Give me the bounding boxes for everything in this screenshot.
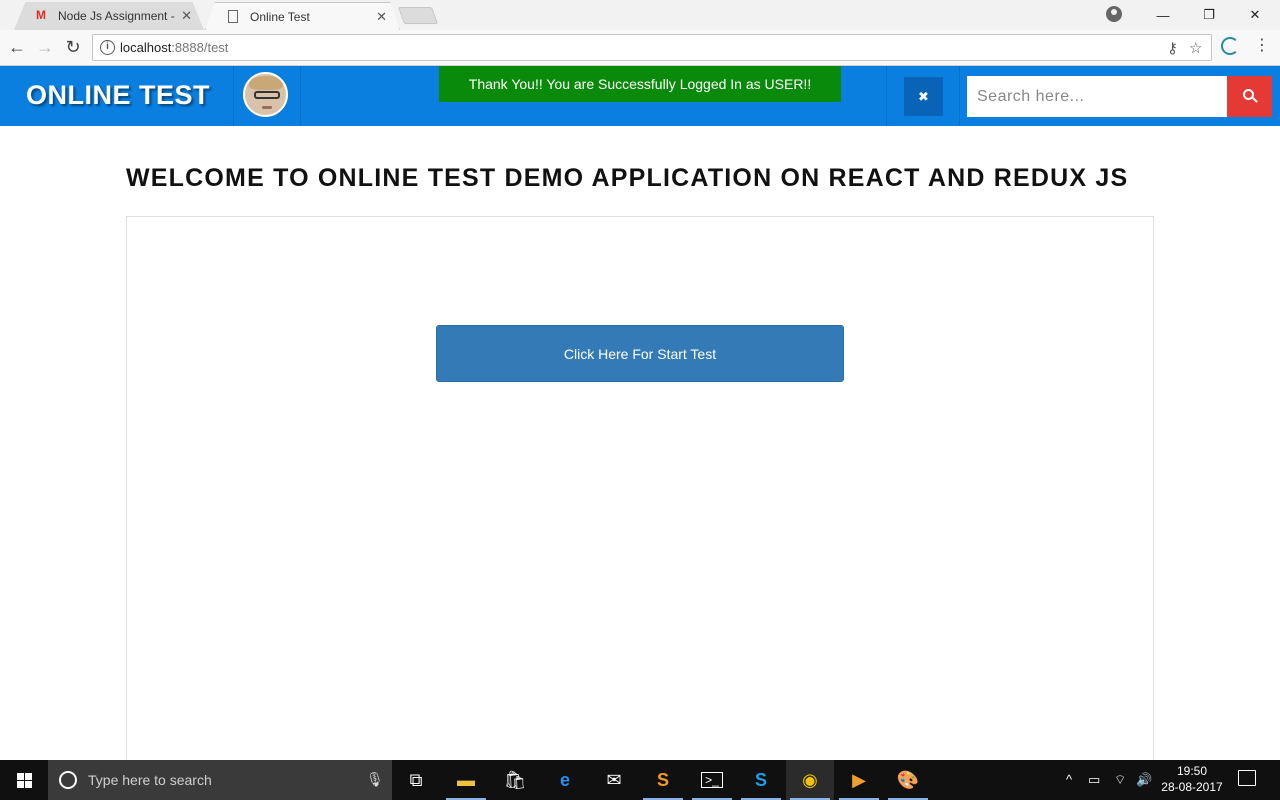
- reload-icon[interactable]: ↻: [62, 36, 84, 58]
- clock-time: 19:50: [1176, 764, 1208, 778]
- minimize-button[interactable]: —: [1140, 0, 1186, 30]
- volume-icon[interactable]: 🔊: [1136, 772, 1152, 788]
- show-hidden-icons-icon[interactable]: ^: [1066, 772, 1072, 787]
- url-text[interactable]: localhost:8888/test: [120, 40, 228, 55]
- taskbar-clock[interactable]: 19:50 28-08-2017: [1160, 763, 1224, 795]
- edge-icon[interactable]: e: [541, 760, 589, 800]
- page-title: WELCOME TO ONLINE TEST DEMO APPLICATION …: [126, 164, 1129, 192]
- paint-icon[interactable]: 🎨: [884, 760, 932, 800]
- extension-icon[interactable]: [1221, 37, 1239, 55]
- key-icon[interactable]: ⚷: [1167, 39, 1178, 57]
- action-center-icon[interactable]: [1238, 770, 1256, 786]
- file-explorer-icon[interactable]: ▬: [442, 760, 490, 800]
- store-icon[interactable]: 🛍: [491, 760, 539, 800]
- bookmark-star-icon[interactable]: ☆: [1189, 39, 1202, 57]
- windows-icon: [17, 773, 32, 788]
- page-icon: [228, 10, 238, 23]
- taskbar-search[interactable]: Type here to search 🎙: [48, 760, 392, 800]
- address-bar[interactable]: i localhost:8888/test ⚷ ☆: [92, 34, 1212, 61]
- taskbar: Type here to search 🎙 ⧉ ▬ 🛍 e ✉ S >_ S ◉…: [0, 760, 1280, 800]
- tab-online-test[interactable]: Online Test ✕: [205, 2, 400, 30]
- media-player-icon[interactable]: ▶: [835, 760, 883, 800]
- menu-dots-icon[interactable]: ⋮: [1254, 36, 1270, 56]
- search-button[interactable]: [1227, 76, 1272, 117]
- task-view-icon[interactable]: ⧉: [392, 760, 440, 800]
- brand-logo[interactable]: ONLINE TEST: [26, 80, 210, 111]
- clock-date: 28-08-2017: [1161, 780, 1223, 794]
- start-button[interactable]: [0, 760, 48, 800]
- search-icon-handle: [1252, 97, 1258, 103]
- wifi-icon[interactable]: ⌔: [1114, 772, 1126, 788]
- forward-arrow-icon[interactable]: →: [34, 36, 56, 58]
- avatar[interactable]: [243, 72, 288, 117]
- browser-toolbar: ← → ↻ i localhost:8888/test ⚷ ☆: [0, 30, 1280, 66]
- mail-icon[interactable]: ✉: [590, 760, 638, 800]
- avatar-container[interactable]: [233, 66, 301, 126]
- close-tab-icon[interactable]: ✕: [181, 8, 192, 24]
- close-window-button[interactable]: ✕: [1232, 0, 1278, 30]
- tab-title: Online Test: [250, 10, 310, 24]
- new-tab-button[interactable]: [397, 7, 439, 24]
- battery-icon[interactable]: ▭: [1088, 772, 1100, 788]
- browser-tabstrip: M Node Js Assignment - m ✕ Online Test ✕…: [0, 0, 1280, 30]
- chrome-icon[interactable]: ◉: [786, 760, 834, 800]
- gmail-icon: M: [36, 8, 46, 22]
- microphone-icon[interactable]: 🎙: [366, 771, 384, 788]
- maximize-button[interactable]: ❐: [1186, 0, 1232, 30]
- search-input[interactable]: [967, 76, 1227, 117]
- close-tab-icon[interactable]: ✕: [376, 9, 387, 25]
- avatar-mouth: [262, 106, 272, 109]
- avatar-glasses: [254, 91, 280, 99]
- start-test-button[interactable]: Click Here For Start Test: [436, 325, 844, 382]
- cortana-icon: [59, 771, 77, 789]
- fullscreen-toggle[interactable]: ✖: [886, 66, 960, 126]
- fullscreen-icon[interactable]: ✖: [904, 77, 943, 116]
- tab-title: Node Js Assignment - m: [58, 9, 178, 23]
- tab-gmail[interactable]: M Node Js Assignment - m ✕: [14, 2, 204, 30]
- info-icon[interactable]: i: [100, 40, 115, 55]
- profile-icon[interactable]: [1106, 6, 1122, 22]
- avatar-hair: [249, 76, 283, 90]
- login-success-toast: Thank You!! You are Successfully Logged …: [439, 66, 841, 102]
- content-panel: [126, 216, 1154, 776]
- terminal-icon[interactable]: >_: [688, 760, 736, 800]
- sublime-text-icon[interactable]: S: [639, 760, 687, 800]
- back-arrow-icon[interactable]: ←: [6, 36, 28, 58]
- skype-icon[interactable]: S: [737, 760, 785, 800]
- taskbar-search-placeholder: Type here to search: [88, 772, 212, 788]
